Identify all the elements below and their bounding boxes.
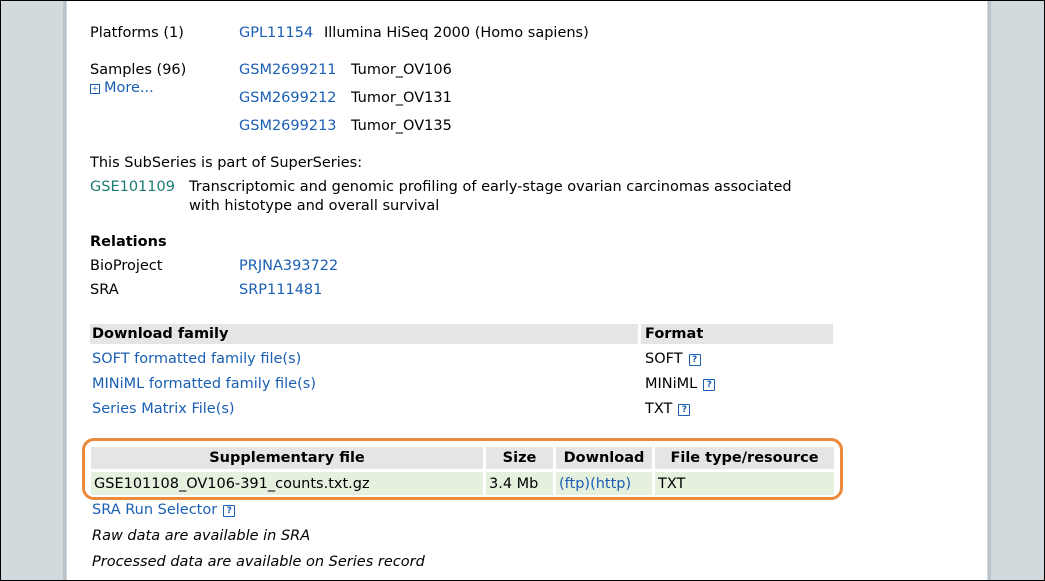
sample-link-gsm2699211[interactable]: GSM2699211 <box>239 61 337 79</box>
platforms-label: Platforms (1) <box>90 25 184 41</box>
format-txt: TXT? <box>645 400 691 418</box>
format-heading: Format <box>645 326 704 342</box>
download-family-heading: Download family <box>92 326 229 342</box>
format-miniml: MINiML? <box>645 375 716 393</box>
superseries-description-line1: Transcriptomic and genomic profiling of … <box>189 179 792 195</box>
orange-highlight-box <box>82 438 843 500</box>
left-margin <box>2 1 66 580</box>
more-label: More... <box>104 80 154 96</box>
format-value: TXT <box>645 401 673 417</box>
browser-frame: Platforms (1) GPL11154 Illumina HiSeq 20… <box>0 0 1045 581</box>
sample-description: Tumor_OV131 <box>351 90 452 106</box>
sample-description: Tumor_OV106 <box>351 62 452 78</box>
format-value: SOFT <box>645 351 683 367</box>
sample-link-gsm2699212[interactable]: GSM2699212 <box>239 89 337 107</box>
miniml-family-file-link[interactable]: MINiML formatted family file(s) <box>92 375 316 393</box>
relation-label-bioproject: BioProject <box>90 258 163 274</box>
processed-data-note: Processed data are available on Series r… <box>92 554 425 570</box>
raw-data-note: Raw data are available in SRA <box>92 528 311 544</box>
format-value: MINiML <box>645 376 698 392</box>
superseries-link-gse101109[interactable]: GSE101109 <box>90 178 175 196</box>
relations-heading: Relations <box>90 234 167 250</box>
samples-label: Samples (96) <box>90 62 187 78</box>
platform-description: Illumina HiSeq 2000 (Homo sapiens) <box>324 25 589 41</box>
right-margin <box>988 1 1044 580</box>
soft-family-file-link[interactable]: SOFT formatted family file(s) <box>92 350 301 368</box>
sample-description: Tumor_OV135 <box>351 118 452 134</box>
superseries-intro: This SubSeries is part of SuperSeries: <box>90 155 363 171</box>
relation-label-sra: SRA <box>90 282 119 298</box>
sra-run-selector-label: SRA Run Selector <box>92 502 218 518</box>
help-icon[interactable]: ? <box>688 354 701 366</box>
sample-link-gsm2699213[interactable]: GSM2699213 <box>239 117 337 135</box>
expand-plus-icon: + <box>90 84 100 94</box>
samples-more-link[interactable]: + More... <box>90 79 154 97</box>
help-icon[interactable]: ? <box>223 505 236 517</box>
series-matrix-file-link[interactable]: Series Matrix File(s) <box>92 400 235 418</box>
help-icon[interactable]: ? <box>703 379 716 391</box>
sra-run-selector-link[interactable]: SRA Run Selector? <box>92 501 236 519</box>
sra-link[interactable]: SRP111481 <box>239 281 322 299</box>
bioproject-link[interactable]: PRJNA393722 <box>239 257 338 275</box>
help-icon[interactable]: ? <box>678 404 691 416</box>
platform-link-gpl11154[interactable]: GPL11154 <box>239 24 313 42</box>
format-soft: SOFT? <box>645 350 701 368</box>
superseries-description-line2: with histotype and overall survival <box>189 198 440 214</box>
